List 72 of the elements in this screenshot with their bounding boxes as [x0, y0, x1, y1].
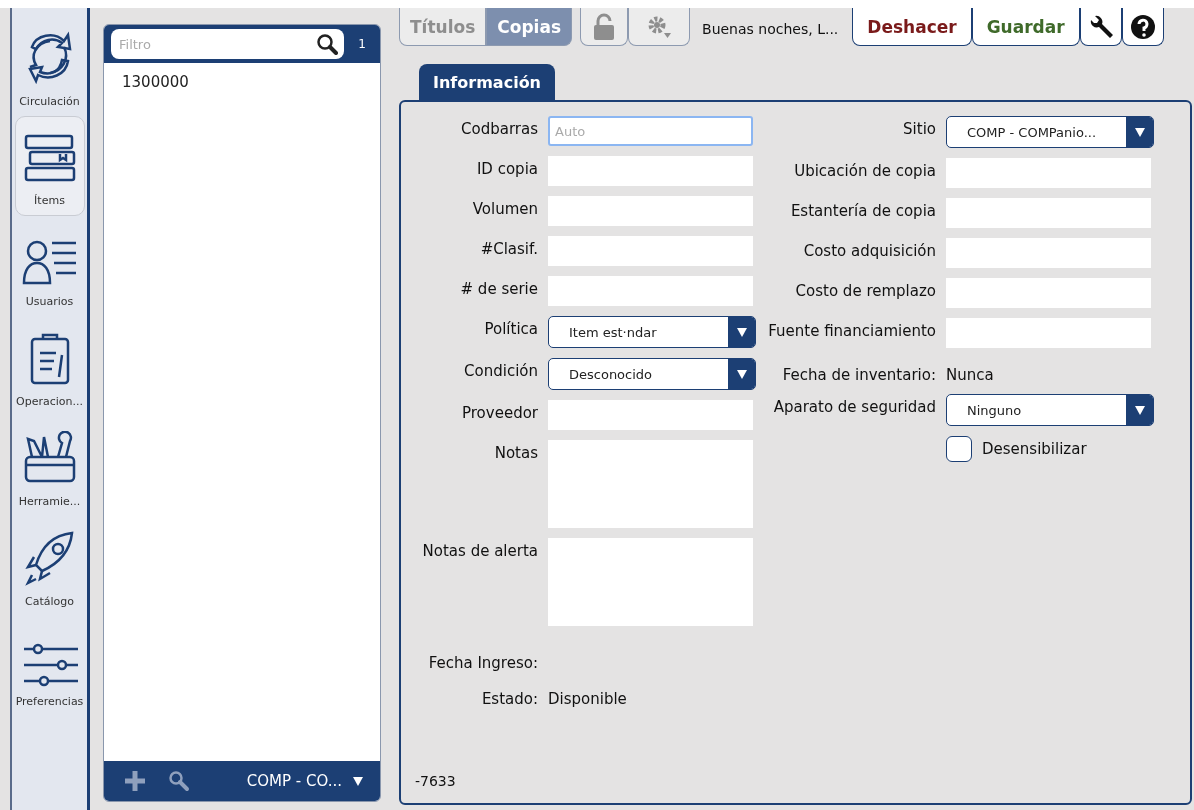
- field-label: Fecha Ingreso:: [427, 653, 538, 672]
- input-field[interactable]: [548, 156, 753, 186]
- field-label: Política: [483, 319, 538, 340]
- padlock-icon: [593, 12, 616, 41]
- wrench-button[interactable]: [1079, 8, 1122, 46]
- field-label: Condición: [463, 361, 538, 382]
- greeting-text: Buenas noches, L...: [701, 20, 840, 37]
- field-label: Fuente financiamiento: [767, 321, 936, 342]
- list-item[interactable]: 1300000: [122, 73, 362, 91]
- toolbar-button[interactable]: Deshacer: [852, 8, 972, 46]
- checkbox[interactable]: [946, 436, 972, 462]
- information-tab[interactable]: Información: [419, 64, 555, 100]
- field-value: Disponible: [548, 689, 628, 708]
- result-count: 1: [357, 37, 367, 51]
- input-field[interactable]: [946, 198, 1151, 228]
- dropdown-arrow-icon: [1133, 404, 1146, 416]
- nav-item[interactable]: Herramie...: [14, 416, 85, 516]
- input-field[interactable]: [946, 158, 1151, 188]
- dropdown-arrow-icon: [352, 775, 364, 787]
- field-label: Costo de remplazo: [794, 281, 936, 302]
- input-field[interactable]: [946, 238, 1151, 268]
- field-label: Ubicación de copia: [793, 161, 936, 182]
- help-icon: [1129, 13, 1156, 40]
- dropdown[interactable]: Desconocido: [548, 358, 756, 390]
- input-field[interactable]: [946, 318, 1151, 348]
- field-label: Volumen: [471, 199, 538, 220]
- dropdown-arrow-icon: [735, 326, 748, 338]
- field-label: Costo adquisición: [802, 241, 936, 262]
- input-field[interactable]: [548, 236, 753, 266]
- dropdown-arrow-icon: [1133, 126, 1146, 138]
- nav-item[interactable]: Operacion...: [14, 316, 85, 416]
- field-label: Notas: [493, 443, 538, 464]
- checkbox-label: Desensibilizar: [982, 440, 1087, 458]
- input-field[interactable]: [946, 278, 1151, 308]
- record-id: -7633: [414, 773, 457, 789]
- field-label: #Clasif.: [479, 239, 538, 260]
- field-label: Notas de alerta: [421, 541, 538, 562]
- text-area[interactable]: [548, 538, 753, 626]
- dropdown-arrow-icon: [735, 368, 748, 380]
- add-icon[interactable]: [124, 770, 146, 792]
- input-field[interactable]: [548, 196, 753, 226]
- lock-button[interactable]: [580, 8, 629, 46]
- field-label: Codbarras: [460, 119, 538, 140]
- nav-item[interactable]: Catálogo: [14, 516, 85, 616]
- filter-field[interactable]: Filtro: [111, 29, 344, 59]
- field-label: Aparato de seguridad: [772, 397, 936, 418]
- search-icon[interactable]: [168, 770, 190, 792]
- field-label: Proveedor: [461, 403, 538, 424]
- text-area[interactable]: [548, 440, 753, 528]
- input-field[interactable]: [548, 276, 753, 306]
- field-value: Nunca: [946, 365, 995, 384]
- nav-item[interactable]: Usuarios: [14, 216, 85, 316]
- field-label: Fecha de inventario:: [781, 365, 936, 384]
- input-field[interactable]: [548, 400, 753, 430]
- gear-button[interactable]: [628, 8, 691, 46]
- help-button[interactable]: [1121, 8, 1164, 46]
- search-icon: [316, 33, 338, 55]
- field-label: ID copia: [475, 159, 538, 180]
- field-label: Estado:: [480, 689, 538, 708]
- field-label: Estantería de copia: [789, 201, 936, 222]
- input-field[interactable]: Auto: [548, 116, 753, 146]
- nav-item[interactable]: Preferencias: [14, 616, 85, 716]
- dropdown[interactable]: COMP - COMPanio...: [946, 116, 1154, 148]
- nav-item[interactable]: Circulación: [14, 16, 85, 116]
- field-label: Sitio: [902, 119, 936, 140]
- toolbar-button[interactable]: Guardar: [971, 8, 1080, 46]
- nav-item[interactable]: Ítems: [14, 116, 85, 216]
- location-dropdown[interactable]: COMP - CO...: [246, 772, 364, 790]
- field-label: # de serie: [459, 279, 538, 300]
- sliders-icon: [21, 643, 78, 687]
- dropdown[interactable]: Ninguno: [946, 394, 1154, 426]
- dropdown[interactable]: Item est·ndar: [548, 316, 756, 348]
